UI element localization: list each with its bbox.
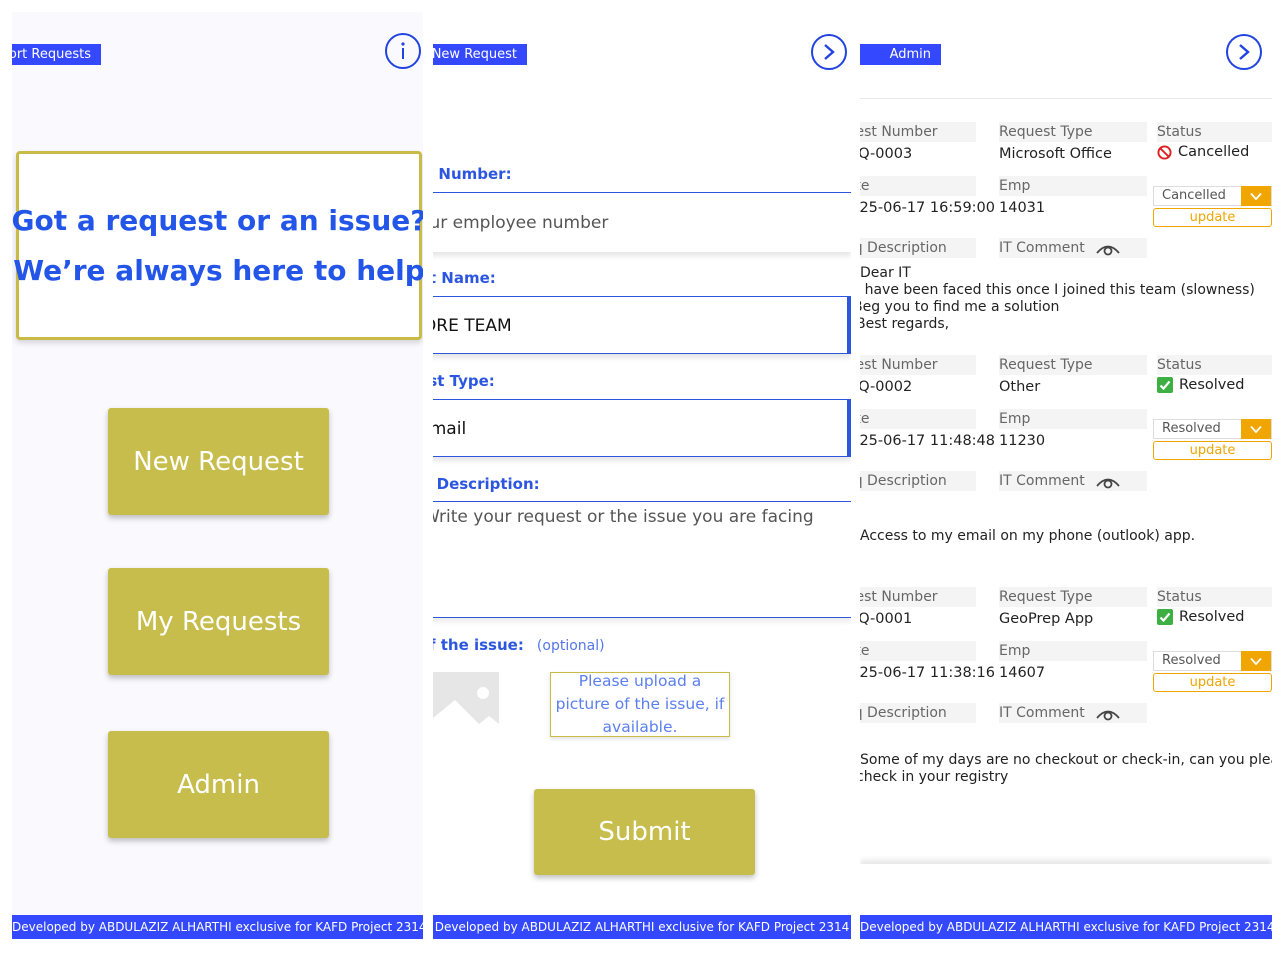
- new-request-screen: New Request Employee Number: Enter your …: [433, 12, 851, 939]
- resolved-check-icon: [1157, 609, 1173, 625]
- col-request-type: Request Type: [999, 122, 1147, 142]
- employee-number-label: Employee Number:: [433, 165, 512, 183]
- footer-credit: Developed by ABDULAZIZ ALHARTHI exclusiv…: [433, 915, 851, 939]
- chevron-down-icon: [1241, 651, 1271, 671]
- request-description-line: Some of my days are no checkout or check…: [860, 752, 1272, 768]
- cancelled-icon: [1157, 144, 1172, 160]
- app-title: Support Requests: [12, 47, 91, 62]
- col-emp: Emp: [999, 641, 1147, 661]
- col-description: Req Description: [860, 703, 976, 723]
- project-name-label: Project Name:: [433, 269, 496, 287]
- request-description-line: Dear IT: [860, 265, 911, 281]
- eye-icon[interactable]: [1095, 240, 1121, 256]
- request-type: Microsoft Office: [999, 146, 1112, 162]
- col-status: Status: [1157, 587, 1272, 607]
- picture-label-row: Picture of the issue: (optional): [433, 635, 605, 654]
- col-date: Date: [860, 176, 976, 196]
- submit-button[interactable]: Submit: [534, 789, 755, 875]
- request-description-line: Best regards,: [860, 316, 950, 332]
- request-date: 2025-06-17 11:48:48: [860, 433, 995, 449]
- screen-title: New Request: [433, 47, 517, 62]
- update-button[interactable]: update: [1153, 208, 1272, 227]
- my-requests-button[interactable]: My Requests: [108, 568, 329, 675]
- employee-number: 14031: [999, 200, 1046, 216]
- new-request-button[interactable]: New Request: [108, 408, 329, 515]
- col-request-number: Request Number: [860, 122, 976, 142]
- status-value: Cancelled: [1157, 144, 1249, 160]
- divider: [433, 501, 851, 502]
- banner-line-1: Got a request or an issue?: [12, 203, 423, 237]
- employee-number: 14607: [999, 665, 1046, 681]
- col-emp: Emp: [999, 176, 1147, 196]
- col-request-number: Request Number: [860, 587, 976, 607]
- employee-number: 11230: [999, 433, 1046, 449]
- request-type: GeoPrep App: [999, 611, 1094, 627]
- col-emp: Emp: [999, 409, 1147, 429]
- project-name-select[interactable]: CORE TEAM: [433, 296, 851, 354]
- screen-title: Admin: [889, 47, 931, 62]
- footer-credit: Developed by ABDULAZIZ ALHARTHI exclusiv…: [12, 915, 423, 939]
- request-date: 2025-06-17 16:59:00: [860, 200, 995, 216]
- screen-title-bar: New Request: [433, 44, 527, 65]
- admin-screen: Admin Request Number Request Type Status RE…: [860, 12, 1272, 939]
- status-dropdown[interactable]: Resolved: [1153, 419, 1272, 439]
- upload-hint: Please upload a picture of the issue, if…: [550, 672, 730, 737]
- select-handle: [847, 297, 851, 353]
- update-button[interactable]: update: [1153, 441, 1272, 460]
- image-placeholder-icon[interactable]: [433, 672, 499, 738]
- request-description-line: Access to my email on my phone (outlook)…: [860, 528, 1196, 544]
- col-status: Status: [1157, 355, 1272, 375]
- status-value: Resolved: [1157, 609, 1245, 625]
- chevron-right-icon[interactable]: [811, 34, 847, 70]
- select-handle: [847, 400, 851, 456]
- request-description-line: check in your registry: [860, 769, 1009, 785]
- col-request-type: Request Type: [999, 355, 1147, 375]
- chevron-down-icon: [1241, 419, 1271, 439]
- col-date: Date: [860, 641, 976, 661]
- request-description-label: Request Description:: [433, 475, 540, 493]
- request-number: REQ-0003: [860, 146, 913, 162]
- request-number: REQ-0002: [860, 379, 913, 395]
- status-dropdown[interactable]: Cancelled: [1153, 186, 1272, 206]
- list-bottom-shadow: [860, 864, 1272, 872]
- col-description: Req Description: [860, 238, 976, 258]
- request-date: 2025-06-17 11:38:16: [860, 665, 995, 681]
- resolved-check-icon: [1157, 377, 1173, 393]
- col-request-number: Request Number: [860, 355, 976, 375]
- app-title-bar: Support Requests: [12, 44, 101, 65]
- banner-line-2: We’re always here to help: [13, 253, 423, 287]
- divider: [433, 192, 851, 193]
- col-it-comment: IT Comment: [999, 238, 1147, 258]
- col-date: Date: [860, 409, 976, 429]
- status-dropdown[interactable]: Resolved: [1153, 651, 1272, 671]
- footer-credit: Developed by ABDULAZIZ ALHARTHI exclusiv…: [860, 915, 1272, 939]
- home-screen: Support Requests Got a request or an iss…: [12, 12, 423, 939]
- picture-optional: (optional): [536, 638, 605, 654]
- request-description-line: I have been faced this once I joined thi…: [860, 282, 1255, 298]
- eye-icon[interactable]: [1095, 705, 1121, 721]
- divider: [860, 98, 1272, 99]
- status-value: Resolved: [1157, 377, 1245, 393]
- welcome-banner: Got a request or an issue? We’re always …: [12, 151, 423, 340]
- request-type-select[interactable]: Email: [433, 399, 851, 457]
- info-icon[interactable]: [385, 33, 421, 69]
- request-number: REQ-0001: [860, 611, 913, 627]
- request-description-line: Beg you to find me a solution: [860, 299, 1060, 315]
- eye-icon[interactable]: [1095, 473, 1121, 489]
- picture-label: Picture of the issue:: [433, 636, 524, 654]
- col-status: Status: [1157, 122, 1272, 142]
- col-it-comment: IT Comment: [999, 471, 1147, 491]
- col-it-comment: IT Comment: [999, 703, 1147, 723]
- screen-title-bar: Admin: [860, 44, 941, 65]
- update-button[interactable]: update: [1153, 673, 1272, 692]
- col-description: Req Description: [860, 471, 976, 491]
- request-type-label: Request Type:: [433, 372, 495, 390]
- employee-number-input[interactable]: Enter your employee number: [433, 194, 851, 252]
- col-request-type: Request Type: [999, 587, 1147, 607]
- request-type: Other: [999, 379, 1041, 395]
- admin-button[interactable]: Admin: [108, 731, 329, 838]
- chevron-right-icon[interactable]: [1226, 34, 1262, 70]
- request-description-input[interactable]: Write your request or the issue you are …: [433, 504, 851, 618]
- chevron-down-icon: [1241, 186, 1271, 206]
